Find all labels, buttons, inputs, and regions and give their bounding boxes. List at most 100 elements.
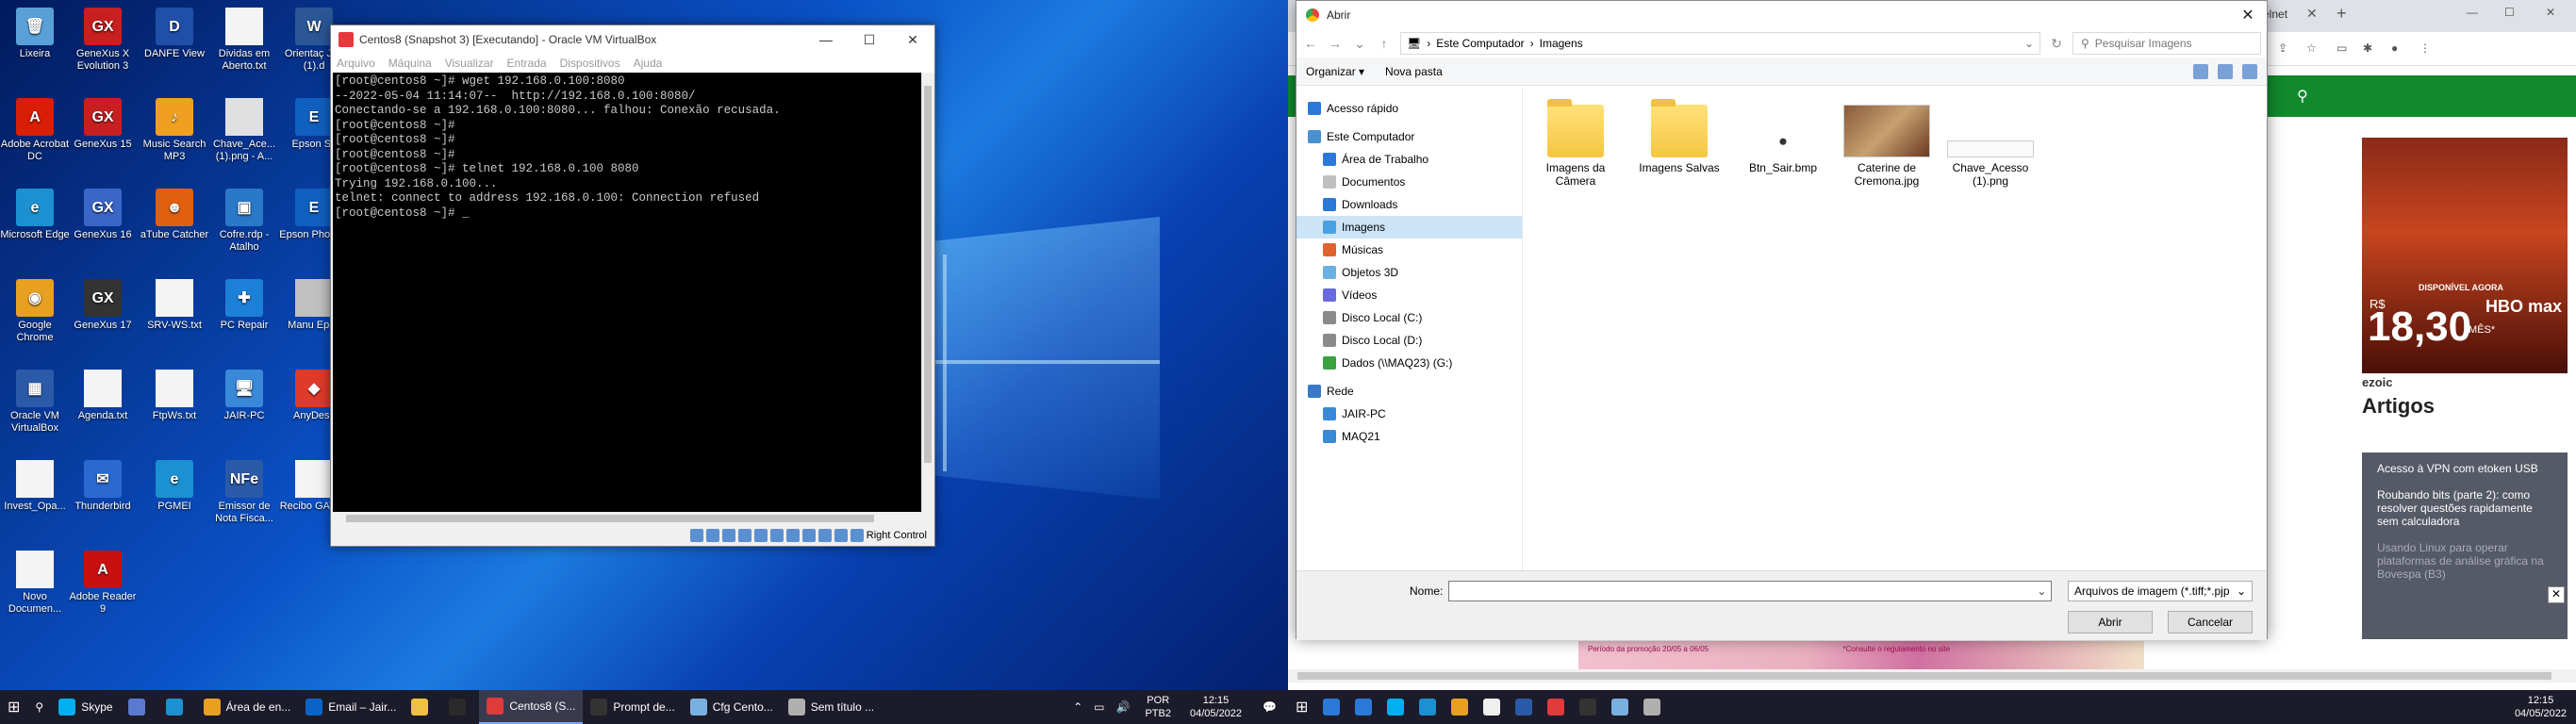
maximize-icon[interactable]: ☐: [2504, 6, 2515, 19]
taskbar-app[interactable]: Área de en...: [196, 690, 299, 724]
chevron-down-icon[interactable]: ⌄: [2037, 584, 2046, 598]
ezoic-label[interactable]: ezoic: [2362, 375, 2393, 389]
minimize-icon[interactable]: —: [804, 32, 848, 48]
start-button[interactable]: ⊞: [0, 690, 27, 724]
desktop-icon[interactable]: SRV-WS.txt: [140, 275, 209, 332]
taskbar-app[interactable]: [1636, 690, 1668, 724]
volume-icon[interactable]: 🔊: [1111, 700, 1136, 714]
menu-item-3[interactable]: Entrada: [507, 57, 547, 70]
taskbar-app[interactable]: [121, 690, 158, 724]
article-link[interactable]: Acesso à VPN com etoken USB: [2377, 462, 2552, 475]
share-icon[interactable]: ⇪: [2278, 41, 2287, 55]
taskbar-app[interactable]: Skype: [51, 690, 120, 724]
notification-icon[interactable]: 💬: [1251, 700, 1288, 714]
nav-item[interactable]: Documentos: [1296, 171, 1522, 193]
file-name-input[interactable]: [1448, 581, 2053, 601]
desktop-icon[interactable]: GX GeneXus 17: [68, 275, 138, 332]
desktop-icon[interactable]: ▣ Cofre.rdp - Atalho: [209, 185, 279, 254]
keyboard-icon[interactable]: [850, 529, 864, 542]
taskbar-app[interactable]: [1540, 690, 1572, 724]
menu-item-1[interactable]: Máquina: [388, 57, 432, 70]
hdd-icon[interactable]: [689, 529, 703, 542]
desktop-icon[interactable]: ✉ Thunderbird: [68, 456, 138, 513]
nav-item[interactable]: JAIR-PC: [1296, 403, 1522, 425]
taskbar-app[interactable]: [1412, 690, 1444, 724]
nav-item[interactable]: Músicas: [1296, 239, 1522, 261]
vbox-titlebar[interactable]: Centos8 (Snapshot 3) [Executando] - Orac…: [331, 25, 934, 54]
desktop-icon[interactable]: ♪ Music Search MP3: [140, 94, 209, 163]
new-folder-button[interactable]: Nova pasta: [1385, 65, 1443, 78]
desktop-icon[interactable]: ☻ aTube Catcher: [140, 185, 209, 241]
nav-item[interactable]: Acesso rápido: [1296, 97, 1522, 120]
new-tab-icon[interactable]: +: [2337, 4, 2347, 24]
file-item[interactable]: Btn_Sair.bmp: [1740, 105, 1826, 188]
close-icon[interactable]: ✕: [2546, 6, 2555, 19]
article-link[interactable]: Roubando bits (parte 2): como resolver q…: [2377, 488, 2552, 528]
taskbar-app[interactable]: [158, 690, 196, 724]
virtualbox-window[interactable]: Centos8 (Snapshot 3) [Executando] - Orac…: [330, 25, 935, 547]
optical-icon[interactable]: [705, 529, 719, 542]
nav-item[interactable]: Disco Local (C:): [1296, 306, 1522, 329]
nav-item[interactable]: MAQ21: [1296, 425, 1522, 448]
taskbar-app[interactable]: Cfg Cento...: [683, 690, 781, 724]
refresh-icon[interactable]: ↻: [2048, 36, 2065, 52]
shared-folder-icon[interactable]: [769, 529, 784, 542]
audio-icon[interactable]: [721, 529, 735, 542]
desktop-icon[interactable]: 🖥 JAIR-PC: [209, 366, 279, 422]
recording-icon[interactable]: [801, 529, 816, 542]
promo-banner[interactable]: Período da promoção 20/05 a 06/05 *Consu…: [1578, 641, 2144, 669]
taskbar-app[interactable]: [1315, 690, 1347, 724]
menu-item-0[interactable]: Arquivo: [337, 57, 375, 70]
back-icon[interactable]: ←: [1302, 36, 1319, 51]
desktop-icon[interactable]: Dividas em Aberto.txt: [209, 4, 279, 73]
nav-item[interactable]: Objetos 3D: [1296, 261, 1522, 284]
search-input[interactable]: ⚲ Pesquisar Imagens: [2072, 32, 2261, 55]
taskbar-app[interactable]: [1572, 690, 1604, 724]
desktop-icon[interactable]: e PGMEI: [140, 456, 209, 513]
desktop-icon[interactable]: ✚ PC Repair: [209, 275, 279, 332]
desktop-icon[interactable]: Agenda.txt: [68, 366, 138, 422]
menu-item-5[interactable]: Ajuda: [634, 57, 663, 70]
article-link[interactable]: Usando Linux para operar plataformas de …: [2377, 541, 2552, 581]
desktop-icon[interactable]: 🗑 Lixeira: [0, 4, 70, 60]
bookmark-star-icon[interactable]: ☆: [2306, 41, 2317, 55]
taskbar-app[interactable]: [1347, 690, 1379, 724]
taskbar-app[interactable]: [441, 690, 479, 724]
desktop-icon[interactable]: Novo Documen...: [0, 547, 70, 616]
keyboard-layout[interactable]: POR PTB2: [1135, 694, 1181, 720]
nav-item[interactable]: Rede: [1296, 380, 1522, 403]
desktop-icon[interactable]: GX GeneXus 16: [68, 185, 138, 241]
nav-item[interactable]: Imagens: [1296, 216, 1522, 239]
desktop-icon[interactable]: GX GeneXus X Evolution 3: [68, 4, 138, 73]
taskbar-app[interactable]: [1476, 690, 1508, 724]
desktop-icon[interactable]: Chave_Ace... (1).png - A...: [209, 94, 279, 163]
search-button[interactable]: ⚲: [27, 690, 51, 724]
nav-item[interactable]: Disco Local (D:): [1296, 329, 1522, 352]
nav-item[interactable]: Vídeos: [1296, 284, 1522, 306]
display-icon[interactable]: [785, 529, 800, 542]
desktop-icon[interactable]: e Microsoft Edge: [0, 185, 70, 241]
file-type-select[interactable]: Arquivos de imagem (*.tiff;*.pjp ⌄: [2068, 581, 2253, 601]
desktop-icon[interactable]: NFe Emissor de Nota Fisca...: [209, 456, 279, 525]
profile-icon[interactable]: ●: [2391, 41, 2398, 55]
clock[interactable]: 12:15 04/05/2022: [2505, 694, 2576, 720]
file-item[interactable]: Imagens da Câmera: [1532, 99, 1619, 188]
search-icon[interactable]: ⚲: [2297, 87, 2308, 106]
cast-icon[interactable]: ▭: [2337, 41, 2347, 55]
view-options-icon[interactable]: [2193, 63, 2208, 79]
file-item[interactable]: Caterine de Cremona.jpg: [1843, 105, 1930, 188]
usb-icon[interactable]: [753, 529, 768, 542]
organize-button[interactable]: Organizar ▾: [1306, 65, 1364, 78]
extensions-icon[interactable]: ✱: [2363, 41, 2372, 55]
minimize-icon[interactable]: —: [2467, 6, 2478, 19]
close-ad-icon[interactable]: ✕: [2548, 586, 2565, 603]
mouse-integration-icon[interactable]: [834, 529, 848, 542]
taskbar-app[interactable]: Email – Jair...: [298, 690, 404, 724]
taskbar-app[interactable]: [404, 690, 441, 724]
breadcrumb-este-computador[interactable]: Este Computador: [1436, 37, 1524, 50]
taskbar-app[interactable]: [1508, 690, 1540, 724]
nav-item[interactable]: Dados (\\MAQ23) (G:): [1296, 352, 1522, 374]
menu-item-4[interactable]: Dispositivos: [560, 57, 620, 70]
tray-chevron-icon[interactable]: ⌃: [1067, 700, 1088, 714]
breadcrumb-imagens[interactable]: Imagens: [1540, 37, 1583, 50]
